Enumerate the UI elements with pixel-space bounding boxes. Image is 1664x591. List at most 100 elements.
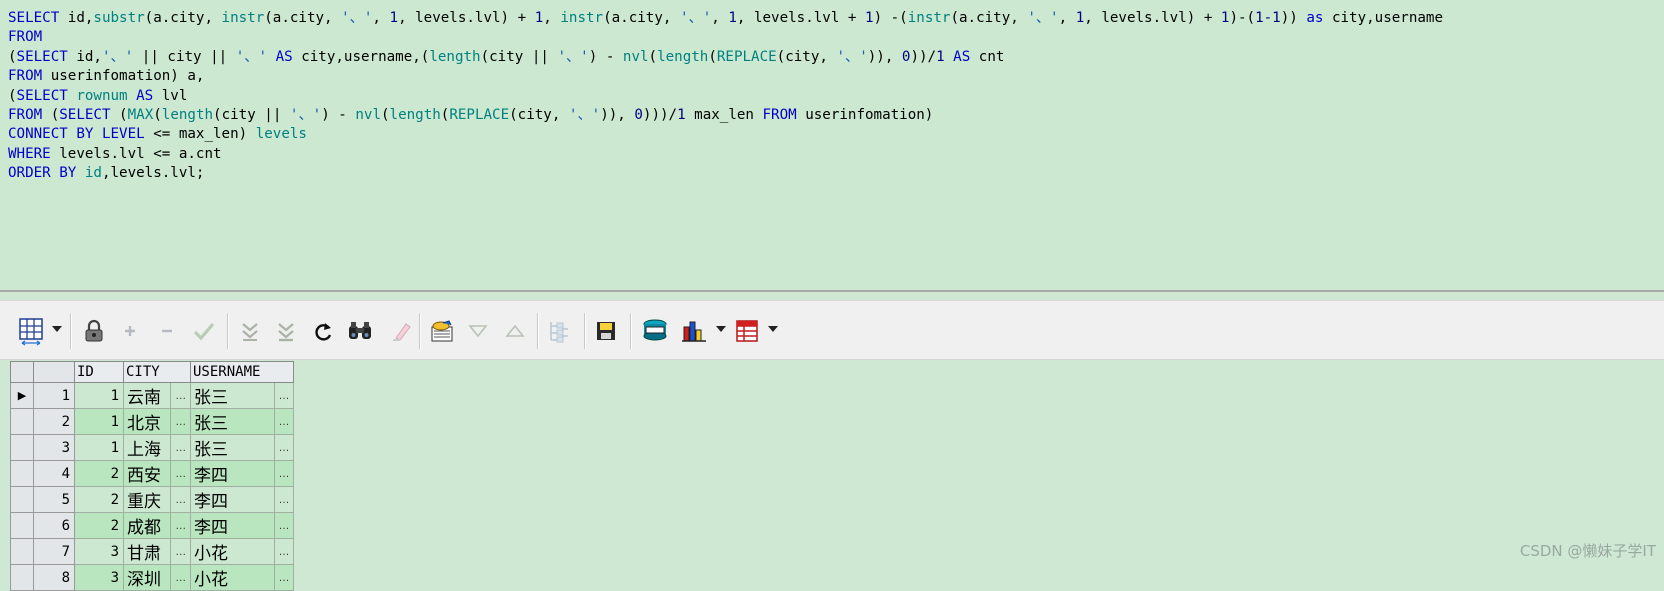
row-indicator <box>10 460 34 487</box>
cell-username[interactable]: 小花 <box>190 538 275 565</box>
cell-username[interactable]: 李四 <box>190 460 275 487</box>
chart-dropdown-icon[interactable] <box>716 326 726 332</box>
cell-username[interactable]: 张三 <box>190 408 275 435</box>
row-indicator <box>10 434 34 461</box>
cell-edit-button[interactable]: … <box>170 538 191 565</box>
grid-rownum-header <box>33 361 75 383</box>
row-number[interactable]: 7 <box>33 538 75 565</box>
cell-edit-button[interactable]: … <box>170 408 191 435</box>
cell-id[interactable]: 2 <box>74 486 124 513</box>
grid-select-icon[interactable] <box>16 315 46 347</box>
cell-edit-button[interactable]: … <box>170 486 191 513</box>
row-indicator <box>10 408 34 435</box>
cell-username[interactable]: 李四 <box>190 486 275 513</box>
previous-record-icon[interactable] <box>504 315 526 347</box>
column-header-username[interactable]: USERNAME <box>190 361 294 383</box>
results-toolbar <box>0 300 1664 360</box>
row-number[interactable]: 6 <box>33 512 75 539</box>
results-grid-area: ID CITY USERNAME ▶ 1 1 云南… 张三… 2 1 北京… 张三… 3 1 上海… 张… <box>0 361 1664 591</box>
cell-edit-button[interactable]: … <box>170 382 191 409</box>
cell-id[interactable]: 1 <box>74 382 124 409</box>
cell-id[interactable]: 3 <box>74 538 124 565</box>
save-icon[interactable] <box>594 315 618 347</box>
cell-edit-button[interactable]: … <box>274 460 294 487</box>
cell-city[interactable]: 深圳 <box>122 564 172 591</box>
table-row[interactable]: 5 2 重庆… 李四… <box>10 486 294 513</box>
sql-line: WHERE levels.lvl <= a.cnt <box>8 145 222 162</box>
cell-id[interactable]: 2 <box>74 460 124 487</box>
column-header-city[interactable]: CITY <box>123 361 191 383</box>
cell-edit-button[interactable]: … <box>274 382 294 409</box>
row-number[interactable]: 1 <box>33 382 75 409</box>
cell-id[interactable]: 2 <box>74 512 124 539</box>
table-row[interactable]: 7 3 甘肃… 小花… <box>10 538 294 565</box>
cell-edit-button[interactable]: … <box>274 486 294 513</box>
cell-username[interactable]: 小花 <box>190 564 275 591</box>
next-record-icon[interactable] <box>467 315 489 347</box>
cell-edit-button[interactable]: … <box>274 408 294 435</box>
cell-id[interactable]: 3 <box>74 564 124 591</box>
sql-line: ORDER BY id,levels.lvl; <box>8 165 205 182</box>
sql-line: FROM (SELECT (MAX(length(city || '、') - … <box>8 106 934 123</box>
fetch-last-icon[interactable] <box>274 315 298 347</box>
table-row[interactable]: 8 3 深圳… 小花… <box>10 564 294 591</box>
cell-edit-button[interactable]: … <box>274 564 294 591</box>
row-number[interactable]: 5 <box>33 486 75 513</box>
results-grid[interactable]: ID CITY USERNAME ▶ 1 1 云南… 张三… 2 1 北京… 张三… 3 1 上海… 张… <box>10 361 294 591</box>
row-indicator <box>10 538 34 565</box>
cell-edit-button[interactable]: … <box>274 538 294 565</box>
cell-username[interactable]: 张三 <box>190 434 275 461</box>
row-indicator: ▶ <box>10 382 34 409</box>
column-header-id[interactable]: ID <box>74 361 124 383</box>
cell-username[interactable]: 张三 <box>190 382 275 409</box>
refresh-icon[interactable] <box>311 315 335 347</box>
cell-edit-button[interactable]: … <box>170 460 191 487</box>
export-tree-icon[interactable] <box>545 315 573 347</box>
cell-id[interactable]: 1 <box>74 434 124 461</box>
delete-row-icon[interactable] <box>157 315 177 347</box>
cell-edit-button[interactable]: … <box>170 512 191 539</box>
cell-edit-button[interactable]: … <box>170 434 191 461</box>
row-number[interactable]: 8 <box>33 564 75 591</box>
table-row[interactable]: 2 1 北京… 张三… <box>10 408 294 435</box>
sql-line: FROM userinfomation) a, <box>8 68 205 85</box>
table-row[interactable]: 6 2 成都… 李四… <box>10 512 294 539</box>
cell-city[interactable]: 云南 <box>122 382 172 409</box>
find-icon[interactable] <box>346 315 374 347</box>
cell-city[interactable]: 成都 <box>122 512 172 539</box>
row-number[interactable]: 4 <box>33 460 75 487</box>
lock-icon[interactable] <box>82 315 106 347</box>
cell-id[interactable]: 1 <box>74 408 124 435</box>
row-number[interactable]: 2 <box>33 408 75 435</box>
sql-line: SELECT id,substr(a.city, instr(a.city, '… <box>8 10 1444 26</box>
watermark: CSDN @懒妹子学IT <box>1519 542 1656 560</box>
table-row[interactable]: ▶ 1 1 云南… 张三… <box>10 382 294 409</box>
export-table-icon[interactable] <box>733 315 761 347</box>
post-changes-icon[interactable] <box>191 315 217 347</box>
row-number[interactable]: 3 <box>33 434 75 461</box>
cell-city[interactable]: 重庆 <box>122 486 172 513</box>
cell-city[interactable]: 上海 <box>122 434 172 461</box>
cell-city[interactable]: 西安 <box>122 460 172 487</box>
export-dropdown-icon[interactable] <box>768 326 778 332</box>
grid-corner[interactable] <box>10 361 34 383</box>
cell-edit-button[interactable]: … <box>274 434 294 461</box>
table-row[interactable]: 4 2 西安… 李四… <box>10 460 294 487</box>
cell-city[interactable]: 北京 <box>122 408 172 435</box>
chart-icon[interactable] <box>680 315 708 347</box>
sql-editor[interactable]: SELECT id,substr(a.city, instr(a.city, '… <box>0 0 1664 292</box>
row-indicator <box>10 486 34 513</box>
cell-edit-button[interactable]: … <box>274 512 294 539</box>
add-row-icon[interactable] <box>120 315 140 347</box>
grid-select-dropdown-icon[interactable] <box>52 326 62 332</box>
clear-icon[interactable] <box>389 315 413 347</box>
connection-icon[interactable] <box>640 315 670 347</box>
table-row[interactable]: 3 1 上海… 张三… <box>10 434 294 461</box>
cell-username[interactable]: 李四 <box>190 512 275 539</box>
cell-city[interactable]: 甘肃 <box>122 538 172 565</box>
fetch-next-icon[interactable] <box>238 315 262 347</box>
sql-line: CONNECT BY LEVEL <= max_len) levels <box>8 126 307 143</box>
sql-line: (SELECT rownum AS lvl <box>8 87 188 104</box>
cell-edit-button[interactable]: … <box>170 564 191 591</box>
query-by-example-icon[interactable] <box>428 315 456 347</box>
